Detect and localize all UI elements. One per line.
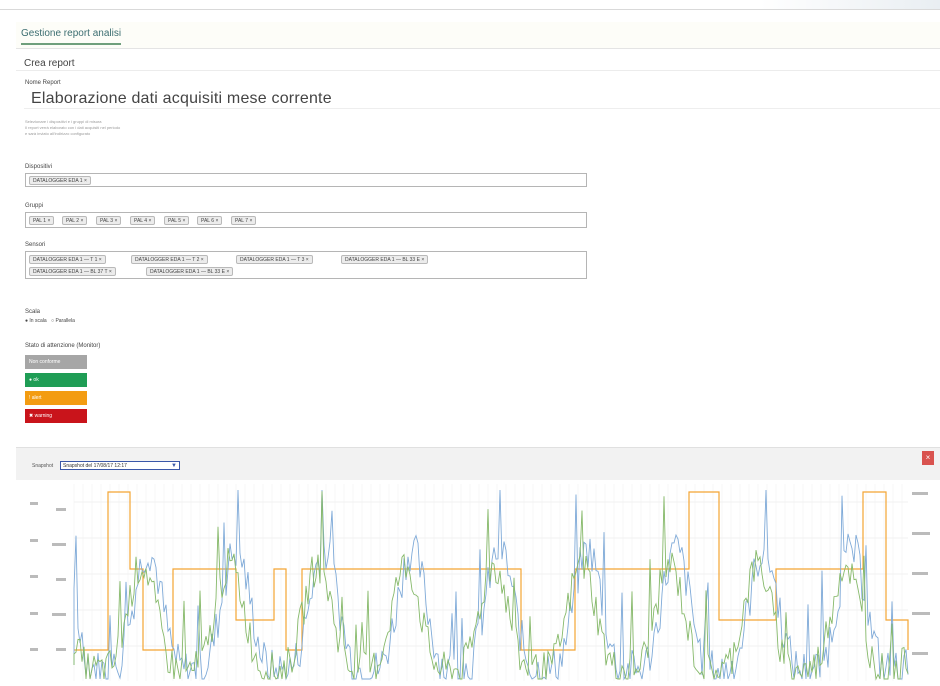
- snapshot-select-value: Snapshot del 17/08/17 12:17: [63, 463, 127, 469]
- status-label: Stato di attenzione (Monitor): [25, 343, 101, 349]
- sensor-chip[interactable]: DATALOGGER EDA 1 — BL 37 T ×: [29, 267, 116, 276]
- tab-report-management[interactable]: Gestione report analisi: [21, 28, 122, 45]
- report-name-label: Nome Report: [25, 80, 61, 86]
- group-chip[interactable]: PAL 7 ×: [231, 216, 257, 225]
- chevron-down-icon: ▼: [171, 463, 177, 469]
- status-ok-button[interactable]: ● ok: [25, 373, 87, 387]
- sensors-select[interactable]: DATALOGGER EDA 1 — T 1 × DATALOGGER EDA …: [25, 251, 587, 279]
- axis-tick-label: [912, 612, 930, 615]
- group-chip[interactable]: PAL 6 ×: [197, 216, 223, 225]
- top-bar-shade: [760, 0, 940, 9]
- scale-radio-group: ● In scala ○ Parallela: [25, 318, 78, 324]
- help-text-line: Selezionare i dispositivi e i gruppi di …: [25, 119, 102, 124]
- axis-tick-label: [30, 502, 38, 505]
- sensor-chip[interactable]: DATALOGGER EDA 1 — T 1 ×: [29, 255, 106, 264]
- group-chip[interactable]: PAL 2 ×: [62, 216, 88, 225]
- status-non-conforme-button[interactable]: Non conforme: [25, 355, 87, 369]
- axis-tick-label: [30, 612, 38, 615]
- axis-tick-label: [52, 613, 66, 616]
- chart-header: Snapshot Snapshot del 17/08/17 12:17 ▼: [16, 447, 940, 480]
- snapshot-label: Snapshot: [32, 463, 54, 469]
- series-green-line: [73, 491, 909, 681]
- sensor-chip[interactable]: DATALOGGER EDA 1 — BL 33 E ×: [146, 267, 234, 276]
- report-name-underline: [24, 108, 940, 109]
- chart-area: [16, 480, 940, 681]
- axis-tick-label: [52, 543, 66, 546]
- axis-tick-label: [30, 575, 38, 578]
- sensor-chip[interactable]: DATALOGGER EDA 1 — BL 33 E ×: [341, 255, 429, 264]
- status-warning-button[interactable]: ✖ warning: [25, 409, 87, 423]
- scale-label: Scala: [25, 309, 41, 315]
- radio-in-scala[interactable]: ● In scala: [25, 318, 47, 324]
- sensor-chip[interactable]: DATALOGGER EDA 1 — T 3 ×: [236, 255, 313, 264]
- sensor-chip[interactable]: DATALOGGER EDA 1 — T 2 ×: [131, 255, 208, 264]
- axis-tick-label: [30, 539, 38, 542]
- groups-label: Gruppi: [25, 203, 44, 209]
- sensors-label: Sensori: [25, 242, 46, 248]
- group-chip[interactable]: PAL 5 ×: [164, 216, 190, 225]
- group-chip[interactable]: PAL 3 ×: [96, 216, 122, 225]
- chart-svg: [30, 484, 930, 681]
- tab-strip: Gestione report analisi: [16, 22, 940, 49]
- axis-tick-label: [30, 648, 38, 651]
- axis-tick-label: [912, 572, 928, 575]
- devices-select[interactable]: DATALOGGER EDA 1 ×: [25, 173, 587, 187]
- axis-tick-label: [56, 648, 66, 651]
- window-top-bar: [0, 0, 940, 10]
- report-name-field[interactable]: Elaborazione dati acquisiti mese corrent…: [31, 90, 332, 108]
- devices-label: Dispositivi: [25, 164, 53, 170]
- status-alert-button[interactable]: ! alert: [25, 391, 87, 405]
- section-divider: [16, 70, 940, 71]
- radio-parallela[interactable]: ○ Parallela: [51, 318, 75, 324]
- help-text-line: Il report verrà elaborato con i dati acq…: [25, 125, 121, 130]
- section-title: Crea report: [24, 58, 75, 69]
- axis-tick-label: [56, 578, 66, 581]
- snapshot-select[interactable]: Snapshot del 17/08/17 12:17 ▼: [60, 461, 180, 470]
- axis-tick-label: [56, 508, 66, 511]
- axis-tick-label: [912, 492, 928, 495]
- groups-select[interactable]: PAL 1 × PAL 2 × PAL 3 × PAL 4 × PAL 5 × …: [25, 212, 587, 228]
- device-chip[interactable]: DATALOGGER EDA 1 ×: [29, 176, 91, 185]
- group-chip[interactable]: PAL 4 ×: [130, 216, 156, 225]
- group-chip[interactable]: PAL 1 ×: [29, 216, 55, 225]
- axis-tick-label: [912, 532, 930, 535]
- help-text-line: e sarà inviato all'indirizzo configurato: [25, 131, 91, 136]
- close-chart-button[interactable]: ×: [922, 451, 934, 465]
- axis-tick-label: [912, 652, 928, 655]
- left-axis-ticks: [30, 492, 930, 655]
